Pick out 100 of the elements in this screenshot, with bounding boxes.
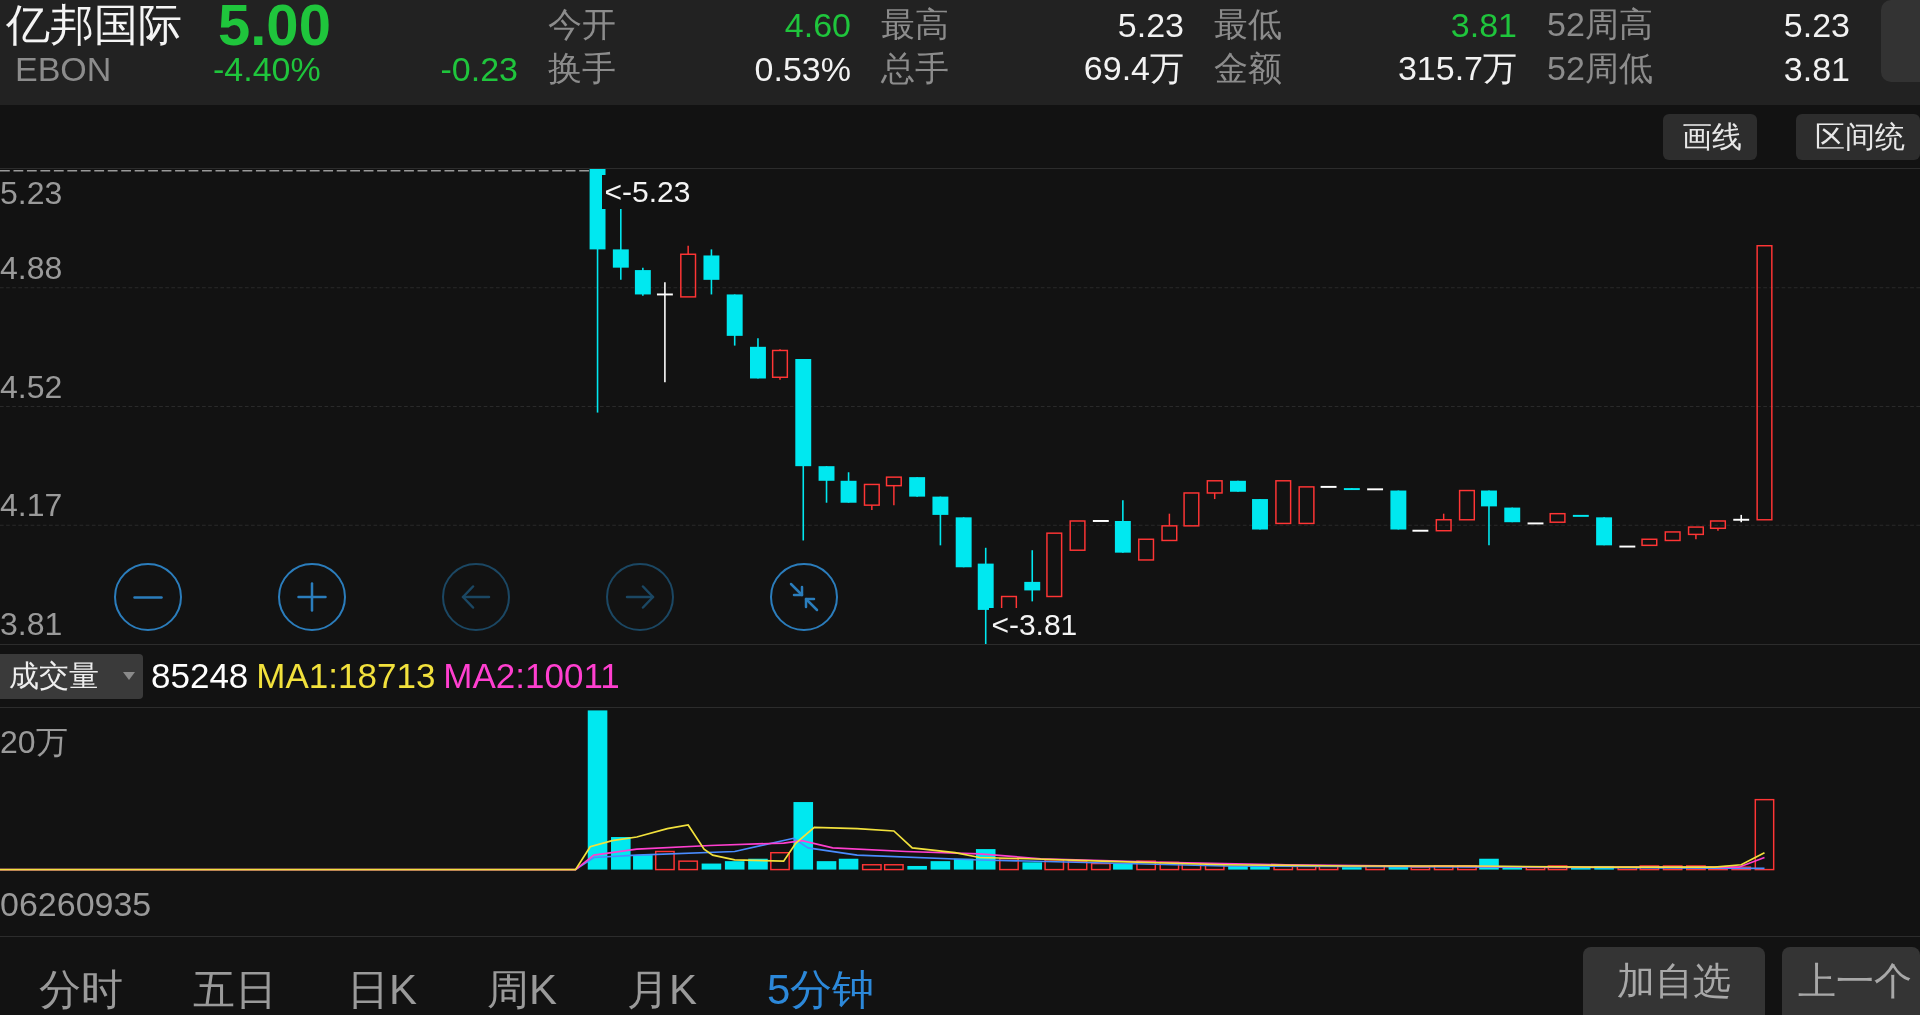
- quote-label: 52周低: [1547, 48, 1653, 89]
- quote-label: 总手: [881, 48, 949, 89]
- price-change: -0.23: [440, 49, 518, 89]
- volume-bar: [633, 855, 653, 870]
- price-axis-label: 4.17: [0, 487, 63, 524]
- chart-tool-button[interactable]: 画线: [1663, 114, 1757, 160]
- candlestick: [1298, 486, 1315, 525]
- quote-value: 3.81: [1450, 5, 1517, 45]
- quote-value: 69.4万: [1083, 48, 1184, 89]
- quote-label: 最低: [1214, 4, 1282, 45]
- action-button[interactable]: 上一个: [1782, 947, 1920, 1015]
- high-price-label: <-5.23: [602, 175, 693, 209]
- candlestick: [1046, 532, 1063, 598]
- volume-legend-value: MA2:10011: [443, 656, 620, 696]
- stock-name: 亿邦国际: [6, 0, 183, 50]
- candlestick: [1709, 520, 1727, 532]
- period-tab[interactable]: 五日: [193, 967, 277, 1013]
- price-axis-label: 5.23: [0, 175, 63, 211]
- candlestick: [818, 465, 835, 504]
- volume-bar: [1273, 865, 1294, 871]
- candlestick: [909, 476, 926, 498]
- zoom-out-button[interactable]: [114, 563, 182, 631]
- volume-bar: [1708, 866, 1728, 871]
- candlestick: [680, 245, 697, 298]
- candlestick: [1526, 522, 1545, 525]
- zoom-in-button[interactable]: [278, 563, 346, 631]
- volume-bar: [1433, 865, 1454, 871]
- candlestick: [726, 293, 743, 347]
- candlestick: [1641, 538, 1658, 547]
- volume-bar: [678, 860, 699, 871]
- candlestick: [1366, 488, 1385, 491]
- quote-label: 52周高: [1547, 4, 1653, 45]
- quote-label: 换手: [548, 48, 616, 89]
- stock-code: EBON: [14, 50, 113, 88]
- volume-legend-value: 85248: [151, 656, 249, 696]
- candlestick: [840, 471, 857, 504]
- candlestick: [1138, 538, 1155, 561]
- quote-value: 4.60: [784, 5, 851, 45]
- candlestick: [1435, 512, 1452, 532]
- candlestick: [1230, 480, 1246, 493]
- candlestick: [863, 483, 880, 511]
- reset-zoom-button[interactable]: [770, 563, 838, 631]
- price-axis-label: 4.52: [0, 368, 63, 405]
- volume-bar: [1662, 865, 1683, 871]
- volume-bar: [1686, 865, 1706, 871]
- candlestick: [1024, 549, 1041, 603]
- volume-bar: [816, 861, 837, 870]
- volume-bar: [1228, 865, 1248, 870]
- plus-icon: [297, 582, 327, 612]
- volume-bar: [1342, 867, 1362, 870]
- volume-bar: [1136, 860, 1157, 871]
- period-tab[interactable]: 分时: [39, 967, 123, 1013]
- volume-bar: [655, 850, 675, 871]
- quote-value: 5.23: [1783, 5, 1850, 45]
- volume-bar: [1250, 864, 1270, 870]
- candlestick: [750, 337, 766, 380]
- period-tab[interactable]: 月K: [627, 967, 698, 1013]
- volume-legend-value: MA1:18713: [256, 656, 436, 696]
- chart-tool-button[interactable]: 区间统: [1796, 114, 1920, 160]
- candlestick: [1572, 514, 1589, 517]
- candlestick: [1114, 499, 1131, 554]
- candlestick: [771, 348, 789, 381]
- candlestick: [1161, 512, 1178, 542]
- volume-bar: [1502, 865, 1523, 870]
- candlestick: [1549, 512, 1566, 523]
- volume-bar: [1731, 866, 1752, 871]
- volume-bar: [1594, 865, 1614, 870]
- volume-bar: [1479, 858, 1499, 870]
- minus-icon: [133, 595, 163, 599]
- candlestick: [1069, 520, 1086, 551]
- arrow-left-icon: [461, 585, 491, 609]
- candlestick: [1183, 492, 1200, 527]
- candlestick: [885, 476, 902, 506]
- period-tab[interactable]: 周K: [487, 967, 558, 1013]
- volume-bar: [1204, 864, 1225, 871]
- action-button[interactable]: 加自选: [1583, 947, 1765, 1015]
- volume-bar: [1067, 860, 1088, 871]
- period-tab[interactable]: 5分钟: [767, 967, 875, 1013]
- candlestick: [1458, 489, 1476, 521]
- caret-icon: [123, 672, 135, 680]
- change-percent: -4.40%: [213, 49, 321, 89]
- volume-axis-label: 20万: [0, 724, 68, 760]
- volume-bar: [999, 858, 1019, 871]
- volume-bar: [907, 865, 927, 870]
- volume-bar: [1090, 862, 1111, 871]
- candlestick: [1618, 545, 1637, 548]
- arrow-right-icon: [625, 585, 655, 609]
- candlestick: [1481, 489, 1497, 547]
- volume-bar: [1571, 867, 1591, 870]
- candlestick: [1275, 480, 1292, 525]
- quote-label: 最高: [881, 4, 949, 45]
- candlestick: [1343, 487, 1360, 491]
- volume-bar: [793, 802, 814, 870]
- candlestick: [932, 495, 949, 547]
- period-tab[interactable]: 日K: [347, 967, 417, 1013]
- quote-value: 3.81: [1783, 49, 1850, 89]
- candlestick: [1390, 489, 1407, 531]
- quote-value: 315.7万: [1397, 48, 1517, 89]
- indicator-dropdown[interactable]: 成交量: [0, 653, 143, 699]
- price-axis-label: 3.81: [0, 606, 63, 642]
